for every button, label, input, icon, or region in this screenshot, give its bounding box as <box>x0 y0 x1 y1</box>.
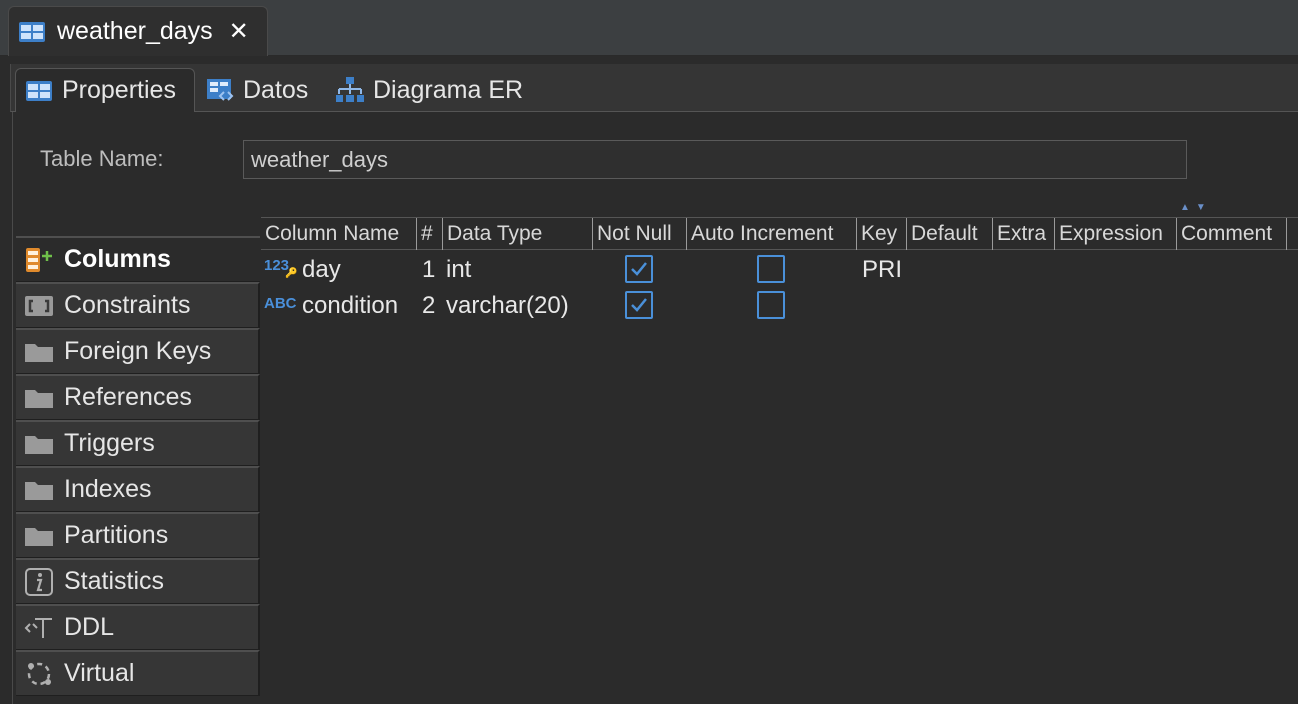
column-header-extra[interactable]: Extra <box>993 218 1055 250</box>
er-diagram-icon <box>335 77 365 103</box>
nav-item-label: Virtual <box>64 659 135 687</box>
column-name-cell[interactable]: day <box>302 254 341 286</box>
nav-item-label: Foreign Keys <box>64 337 212 365</box>
tab-properties-label: Properties <box>62 76 176 104</box>
columns-add-icon <box>24 247 54 273</box>
nav-item-constraints[interactable]: Constraints <box>16 282 260 328</box>
table-row[interactable]: 123 🔑 day 1 int PRI <box>261 252 1298 288</box>
nav-item-virtual[interactable]: Virtual <box>16 650 260 696</box>
folder-icon <box>24 431 54 457</box>
nav-item-label: Columns <box>64 245 171 273</box>
nav-item-foreign-keys[interactable]: Foreign Keys <box>16 328 260 374</box>
nav-item-triggers[interactable]: Triggers <box>16 420 260 466</box>
nav-item-label: DDL <box>64 613 115 641</box>
tab-datos-label: Datos <box>243 75 309 104</box>
data-type-cell[interactable]: int <box>446 254 471 286</box>
column-header-name[interactable]: Column Name <box>261 218 417 250</box>
tab-datos[interactable]: Datos <box>197 68 325 112</box>
nav-item-label: Triggers <box>64 429 155 457</box>
not-null-checkbox[interactable] <box>625 291 653 319</box>
close-icon[interactable]: ✕ <box>229 17 249 46</box>
folder-icon <box>24 523 54 549</box>
data-type-cell[interactable]: varchar(20) <box>446 290 569 322</box>
column-header-comment[interactable]: Comment <box>1177 218 1287 250</box>
sub-tab-strip: Properties Datos Diagrama ER <box>10 64 1298 113</box>
constraint-icon <box>24 293 54 319</box>
nav-item-columns[interactable]: Columns <box>16 236 260 282</box>
nav-item-label: Constraints <box>64 291 191 319</box>
tab-properties[interactable]: Properties <box>15 68 195 113</box>
table-name-label: Table Name: <box>40 146 164 171</box>
virtual-icon <box>24 661 54 687</box>
key-cell: PRI <box>862 256 903 283</box>
column-name-cell[interactable]: condition <box>302 290 398 322</box>
nav-item-label: References <box>64 383 192 411</box>
sort-arrows-icon[interactable]: ▲▼ <box>1180 202 1212 213</box>
table-icon <box>24 78 54 104</box>
string-type-icon: ABC <box>264 295 297 312</box>
nav-item-label: Indexes <box>64 475 152 503</box>
auto-increment-checkbox[interactable] <box>757 291 785 319</box>
table-icon <box>17 19 47 45</box>
folder-icon <box>24 385 54 411</box>
column-header-auto-increment[interactable]: Auto Increment <box>687 218 857 250</box>
column-header-expression[interactable]: Expression <box>1055 218 1177 250</box>
side-nav: Columns Constraints Foreign Keys Referen… <box>16 236 260 704</box>
nav-item-indexes[interactable]: Indexes <box>16 466 260 512</box>
editor-tab-label: weather_days <box>57 17 213 45</box>
data-grid-icon <box>205 77 235 103</box>
editor-tab-weather-days[interactable]: weather_days ✕ <box>8 6 268 56</box>
not-null-checkbox[interactable] <box>625 255 653 283</box>
folder-icon <box>24 477 54 503</box>
nav-item-label: Statistics <box>64 567 165 595</box>
nav-item-statistics[interactable]: Statistics <box>16 558 260 604</box>
columns-grid-header: Column Name # Data Type Not Null Auto In… <box>261 217 1298 250</box>
auto-increment-checkbox[interactable] <box>757 255 785 283</box>
column-number-cell: 1 <box>422 256 436 283</box>
editor-tab-strip: weather_days ✕ <box>0 0 1298 56</box>
column-header-not-null[interactable]: Not Null <box>593 218 687 250</box>
column-header-default[interactable]: Default <box>907 218 993 250</box>
tab-diagrama-er[interactable]: Diagrama ER <box>327 68 537 112</box>
columns-grid-body: 123 🔑 day 1 int PRI ABC condition 2 varc… <box>261 250 1298 704</box>
info-icon <box>24 567 54 596</box>
nav-item-references[interactable]: References <box>16 374 260 420</box>
tab-diagrama-er-label: Diagrama ER <box>373 75 524 104</box>
table-row[interactable]: ABC condition 2 varchar(20) <box>261 288 1298 324</box>
column-header-number[interactable]: # <box>417 218 443 250</box>
table-name-input[interactable] <box>243 140 1187 179</box>
column-header-key[interactable]: Key <box>857 218 907 250</box>
nav-item-ddl[interactable]: DDL <box>16 604 260 650</box>
folder-icon <box>24 339 54 365</box>
nav-item-partitions[interactable]: Partitions <box>16 512 260 558</box>
column-header-data-type[interactable]: Data Type <box>443 218 593 250</box>
nav-item-label: Partitions <box>64 521 169 549</box>
column-number-cell: 2 <box>422 292 436 319</box>
ddl-icon <box>24 615 54 641</box>
